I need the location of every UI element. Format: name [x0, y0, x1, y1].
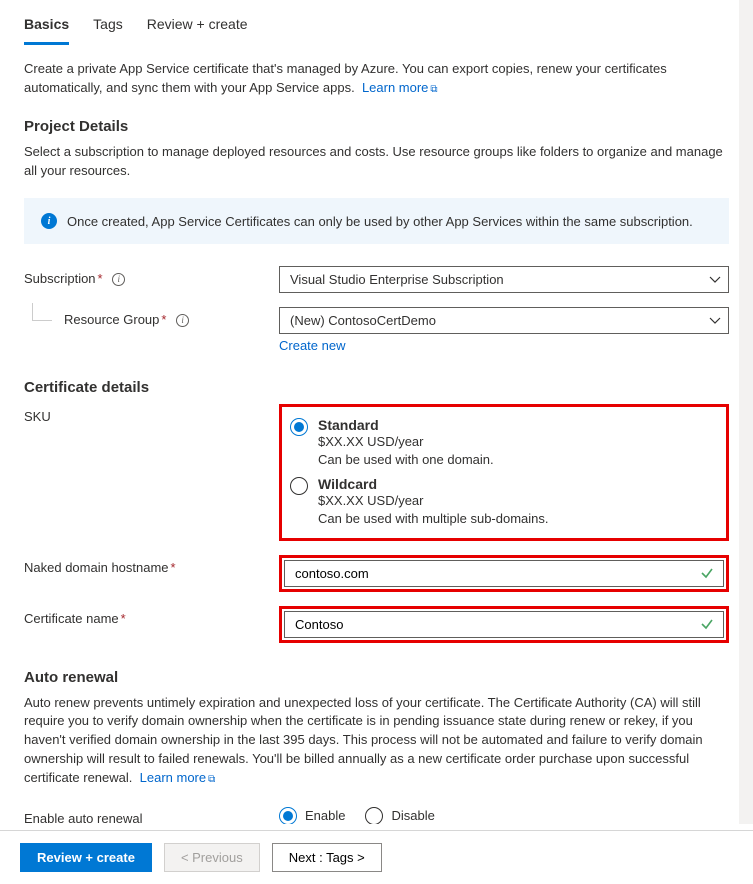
- sku-wildcard-desc: Can be used with multiple sub-domains.: [318, 510, 549, 528]
- sku-standard-option[interactable]: Standard $XX.XX USD/year Can be used wit…: [290, 413, 716, 472]
- project-details-desc: Select a subscription to manage deployed…: [24, 143, 729, 181]
- radio-unchecked-icon[interactable]: [365, 807, 383, 824]
- tree-connector: [32, 303, 52, 321]
- subscription-label: Subscription* i: [24, 266, 279, 286]
- wizard-footer: Review + create < Previous Next : Tags >: [0, 830, 753, 884]
- info-banner: i Once created, App Service Certificates…: [24, 198, 729, 244]
- certificate-details-title: Certificate details: [24, 379, 729, 396]
- resource-group-label: Resource Group* i: [64, 307, 189, 327]
- sku-standard-desc: Can be used with one domain.: [318, 451, 494, 469]
- naked-domain-highlight: [279, 555, 729, 592]
- disable-label: Disable: [391, 808, 434, 823]
- vertical-scrollbar[interactable]: [739, 0, 753, 824]
- radio-checked-icon[interactable]: [290, 418, 308, 436]
- info-icon: i: [41, 213, 57, 229]
- certificate-name-label: Certificate name*: [24, 606, 279, 626]
- tab-tags[interactable]: Tags: [93, 12, 123, 45]
- create-new-link[interactable]: Create new: [279, 338, 345, 353]
- radio-unchecked-icon[interactable]: [290, 477, 308, 495]
- sku-options-highlight: Standard $XX.XX USD/year Can be used wit…: [279, 404, 729, 540]
- enable-auto-renewal-label: Enable auto renewal: [24, 806, 279, 824]
- naked-domain-input[interactable]: [284, 560, 724, 587]
- subscription-select[interactable]: Visual Studio Enterprise Subscription: [279, 266, 729, 293]
- info-icon[interactable]: i: [176, 314, 189, 327]
- enable-label: Enable: [305, 808, 345, 823]
- tab-review-create[interactable]: Review + create: [147, 12, 248, 45]
- radio-checked-icon[interactable]: [279, 807, 297, 824]
- auto-renewal-desc: Auto renew prevents untimely expiration …: [24, 694, 729, 788]
- next-button[interactable]: Next : Tags >: [272, 843, 382, 872]
- learn-more-link-intro[interactable]: Learn more⧉: [362, 80, 438, 95]
- tab-bar: Basics Tags Review + create: [24, 12, 729, 46]
- auto-renewal-title: Auto renewal: [24, 669, 729, 686]
- intro-text: Create a private App Service certificate…: [24, 60, 729, 98]
- tab-basics[interactable]: Basics: [24, 12, 69, 45]
- review-create-button[interactable]: Review + create: [20, 843, 152, 872]
- sku-standard-title: Standard: [318, 417, 494, 433]
- info-banner-text: Once created, App Service Certificates c…: [67, 214, 693, 229]
- sku-label: SKU: [24, 404, 279, 424]
- external-link-icon: ⧉: [208, 774, 215, 785]
- sku-standard-price: $XX.XX USD/year: [318, 433, 494, 451]
- sku-wildcard-price: $XX.XX USD/year: [318, 492, 549, 510]
- certificate-name-input[interactable]: [284, 611, 724, 638]
- learn-more-link-auto-renewal[interactable]: Learn more⧉: [140, 770, 216, 785]
- checkmark-icon: [700, 617, 714, 631]
- project-details-title: Project Details: [24, 118, 729, 135]
- auto-renewal-enable-option[interactable]: Enable: [279, 806, 345, 824]
- sku-wildcard-title: Wildcard: [318, 476, 549, 492]
- previous-button: < Previous: [164, 843, 260, 872]
- checkmark-icon: [700, 566, 714, 580]
- auto-renewal-disable-option[interactable]: Disable: [365, 806, 434, 824]
- sku-wildcard-option[interactable]: Wildcard $XX.XX USD/year Can be used wit…: [290, 472, 716, 531]
- external-link-icon: ⧉: [430, 84, 437, 95]
- info-icon[interactable]: i: [112, 273, 125, 286]
- certificate-name-highlight: [279, 606, 729, 643]
- intro-body: Create a private App Service certificate…: [24, 61, 667, 95]
- naked-domain-label: Naked domain hostname*: [24, 555, 279, 575]
- resource-group-select[interactable]: (New) ContosoCertDemo: [279, 307, 729, 334]
